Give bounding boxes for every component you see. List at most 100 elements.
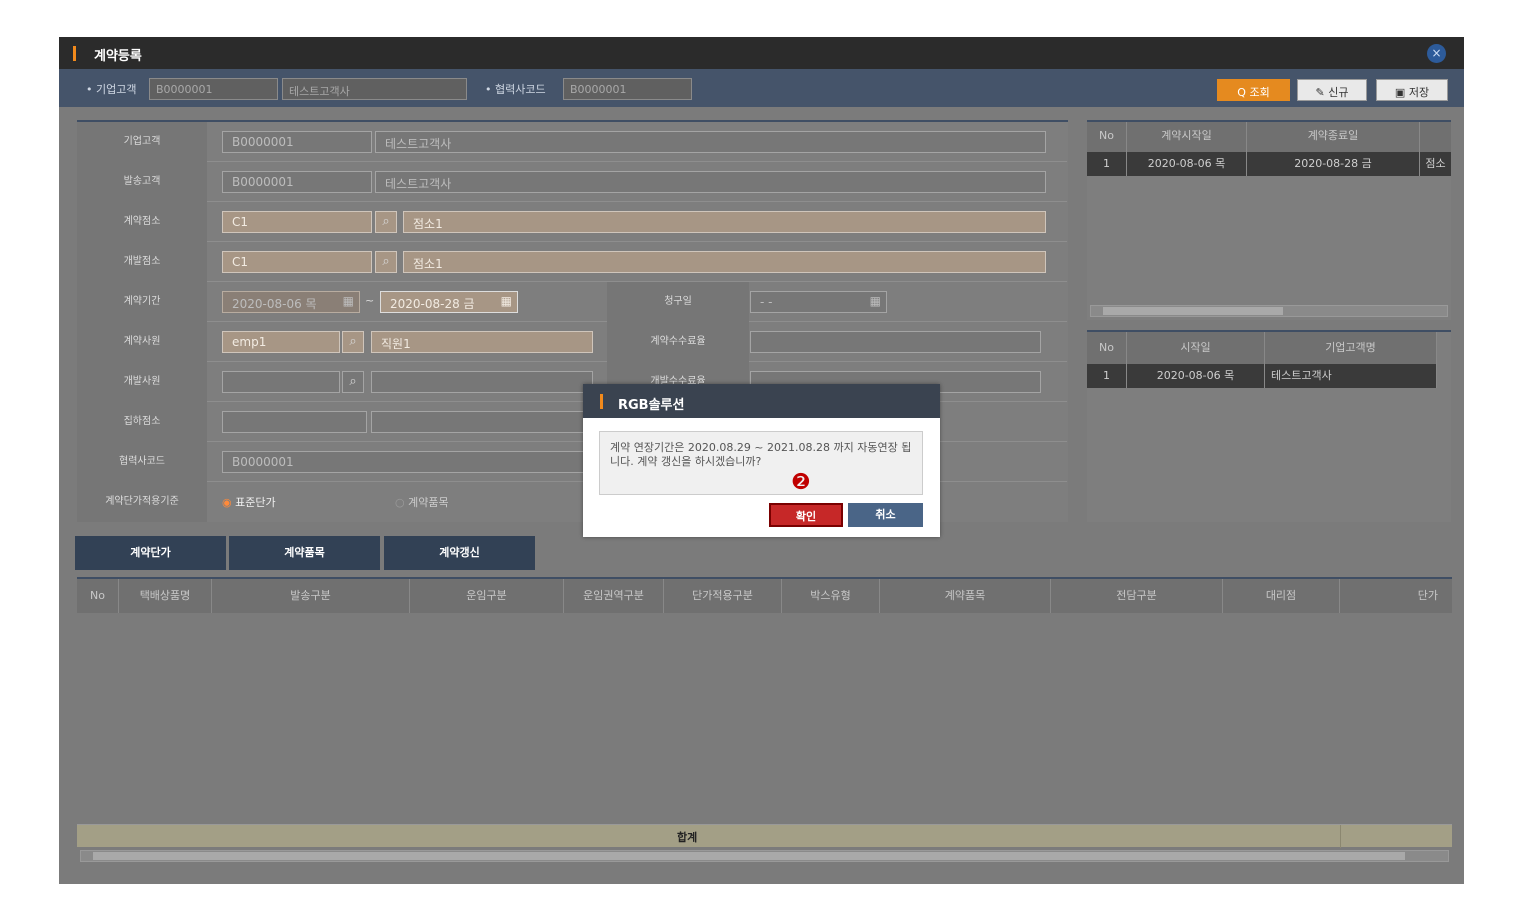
pickup-branch-code-field[interactable] [222,411,367,433]
col-end: 계약종료일 [1247,122,1420,152]
form-row-sender: 발송고객 B0000001 테스트고객사 [77,162,1067,202]
col-no: No [1087,122,1127,152]
radio-standard-price[interactable]: ◉ 표준단가 [222,494,276,510]
tab-contract-renewal[interactable]: 계약갱신 [384,536,535,570]
form-label: 기업고객 [77,122,207,162]
table-row[interactable]: 1 2020-08-06 목 테스트고객사 [1087,364,1437,388]
start-date-text: 2020-08-06 목 [232,297,317,311]
confirm-dialog: RGB솔루션 계약 연장기간은 2020.08.29 ~ 2021.08.28 … [583,384,940,537]
search-icon[interactable]: ⌕ [342,331,364,353]
calendar-icon[interactable]: ▦ [343,294,354,308]
pickup-branch-name-field[interactable] [371,411,593,433]
corp-code-input[interactable]: B0000001 [149,78,278,100]
window-title: 계약등록 [94,49,142,64]
col-product: 택배상품명 [119,579,212,613]
sender-name-field[interactable]: 테스트고객사 [375,171,1046,193]
billing-day-label: 청구일 [607,282,749,322]
dev-staff-name-field[interactable] [371,371,593,393]
col-unit-price: 단가 [1417,589,1438,602]
calendar-icon[interactable]: ▦ [501,294,512,308]
new-button-label: 신규 [1328,86,1349,99]
sender-code-field[interactable]: B0000001 [222,171,372,193]
tab-contract-price[interactable]: 계약단가 [75,536,226,570]
scrollbar-thumb[interactable] [1103,307,1283,315]
contract-branch-code-field[interactable]: C1 [222,211,372,233]
radio-checked-icon: ◉ [222,496,232,509]
cell-no: 1 [1087,152,1127,176]
dev-branch-code-field[interactable]: C1 [222,251,372,273]
col-dedicated: 전담구분 [1051,579,1223,613]
search-icon[interactable]: ⌕ [375,211,397,233]
save-button-label: 저장 [1408,86,1430,99]
contract-staff-name-field[interactable]: 직원1 [371,331,593,353]
horizontal-scrollbar[interactable] [1090,305,1448,317]
partner-code-input[interactable]: B0000001 [563,78,692,100]
price-grid-header: No 택배상품명 발송구분 운임구분 운임권역구분 단가적용구분 박스유형 계약… [77,579,1452,613]
search-button[interactable]: Q 조회 [1217,79,1290,101]
end-date-field[interactable]: 2020-08-28 금 ▦ [380,291,518,313]
col-box-type: 박스유형 [782,579,880,613]
cell-start: 2020-08-06 목 [1127,364,1265,388]
calendar-icon[interactable]: ▦ [870,294,881,308]
total-label: 합계 [677,831,698,844]
col-start: 계약시작일 [1127,122,1247,152]
form-label: 집하점소 [77,402,207,442]
renewal-grid: No 시작일 기업고객명 1 2020-08-06 목 테스트고객사 [1087,330,1451,522]
end-date-text: 2020-08-28 금 [390,297,475,311]
dev-staff-code-field[interactable] [222,371,340,393]
scrollbar-thumb[interactable] [93,852,1405,860]
search-icon[interactable]: ⌕ [342,371,364,393]
billing-day-text: - - [760,295,773,309]
edit-icon: ✎ [1315,86,1325,99]
confirm-button[interactable]: 확인 [769,503,843,527]
search-icon[interactable]: ⌕ [375,251,397,273]
corp-code-field[interactable]: B0000001 [222,131,372,153]
contract-period-grid-header: No 계약시작일 계약종료일 [1087,122,1451,152]
radio-contract-item-label: 계약품목 [408,496,449,509]
renewal-grid-header: No 시작일 기업고객명 [1087,332,1437,364]
save-button[interactable]: ▣ 저장 [1376,79,1448,101]
cell-extra: 점소 [1425,157,1446,170]
contract-fee-field[interactable] [750,331,1041,353]
col-corp: 기업고객명 [1265,332,1437,364]
col-no: No [1087,332,1127,364]
dialog-title-accent [600,394,603,409]
billing-day-field[interactable]: - - ▦ [750,291,887,313]
col-no: No [77,579,119,613]
form-label: 개발점소 [77,242,207,282]
partner-label: • 협력사코드 [485,83,546,96]
form-label: 계약사원 [77,322,207,362]
search-toolbar: • 기업고객 B0000001 테스트고객사 • 협력사코드 B0000001 … [59,69,1464,107]
tab-contract-item[interactable]: 계약품목 [229,536,380,570]
start-date-field[interactable]: 2020-08-06 목 ▦ [222,291,360,313]
corp-name-input[interactable]: 테스트고객사 [282,78,467,100]
step-marker: ❷ [791,470,811,495]
corp-name-field[interactable]: 테스트고객사 [375,131,1046,153]
close-icon[interactable]: × [1427,44,1446,63]
contract-staff-code-field[interactable]: emp1 [222,331,340,353]
partner-code-field[interactable]: B0000001 [222,451,593,473]
form-row-contract-branch: 계약점소 C1 ⌕ 점소1 [77,202,1067,242]
dialog-titlebar: RGB솔루션 [583,384,940,418]
floppy-icon: ▣ [1394,86,1406,99]
form-label: 협력사코드 [77,442,207,482]
total-divider [1340,825,1341,848]
corp-label: • 기업고객 [86,83,137,96]
cancel-button[interactable]: 취소 [848,503,923,527]
dev-branch-name-field[interactable]: 점소1 [403,251,1046,273]
contract-period-grid: No 계약시작일 계약종료일 1 2020-08-06 목 2020-08-28… [1087,120,1451,320]
radio-contract-item[interactable]: ○ 계약품목 [395,494,449,510]
horizontal-scrollbar[interactable] [80,850,1449,862]
form-label: 계약기간 [77,282,207,322]
window-titlebar: 계약등록 × [59,37,1464,69]
contract-branch-name-field[interactable]: 점소1 [403,211,1046,233]
col-contract-item: 계약품목 [880,579,1051,613]
form-label: 계약점소 [77,202,207,242]
contract-fee-label: 계약수수료율 [607,322,749,362]
radio-unchecked-icon: ○ [395,496,405,509]
new-button[interactable]: ✎ 신규 [1297,79,1367,101]
form-label: 개발사원 [77,362,207,402]
col-start: 시작일 [1127,332,1265,364]
cell-start: 2020-08-06 목 [1127,152,1247,176]
table-row[interactable]: 1 2020-08-06 목 2020-08-28 금 점소 [1087,152,1451,176]
